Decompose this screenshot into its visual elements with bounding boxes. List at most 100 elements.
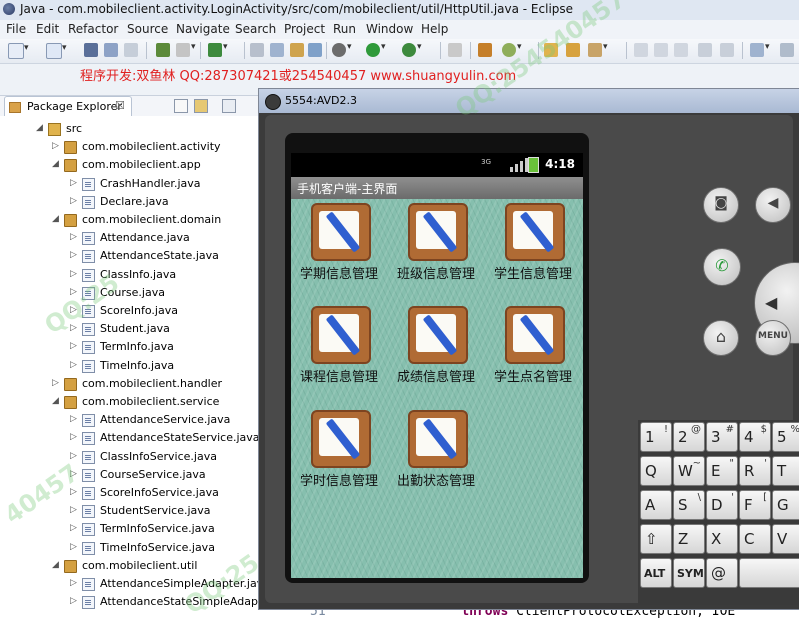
- block-select-icon[interactable]: [720, 43, 734, 57]
- device-screen[interactable]: 3G 4:18 手机客户端-主界面 学期信息管理 班级信息管理 学生信息管理 课…: [291, 153, 583, 578]
- grid-item-class-management[interactable]: 班级信息管理: [388, 199, 484, 299]
- menu-button[interactable]: MENU: [755, 320, 791, 356]
- collapsed-arrow-icon[interactable]: ▷: [70, 323, 80, 333]
- open-folder-icon[interactable]: [566, 43, 580, 57]
- menu-help[interactable]: Help: [421, 22, 448, 36]
- console-icon[interactable]: [176, 42, 196, 57]
- key-sym[interactable]: SYM: [673, 558, 705, 588]
- collapsed-arrow-icon[interactable]: ▷: [70, 469, 80, 479]
- camera-button[interactable]: ◙: [703, 187, 739, 223]
- key-e[interactable]: E ": [706, 456, 738, 486]
- toggle-icon[interactable]: [674, 43, 688, 57]
- new-class-icon[interactable]: [502, 42, 522, 57]
- menu-navigate[interactable]: Navigate: [176, 22, 230, 36]
- collapsed-arrow-icon[interactable]: ▷: [70, 305, 80, 315]
- grid-item-score-management[interactable]: 成绩信息管理: [388, 302, 484, 402]
- grid-item-attendance-state-management[interactable]: 出勤状态管理: [388, 406, 484, 506]
- volume-button[interactable]: ◀: [755, 187, 791, 223]
- key-alt[interactable]: ALT: [640, 558, 672, 588]
- key-5[interactable]: 5%: [772, 422, 799, 452]
- expanded-arrow-icon[interactable]: ◢: [52, 560, 62, 570]
- key-a[interactable]: A: [640, 490, 672, 520]
- collapsed-arrow-icon[interactable]: ▷: [70, 451, 80, 461]
- collapsed-arrow-icon[interactable]: ▷: [70, 487, 80, 497]
- run-icon[interactable]: [366, 42, 386, 57]
- save-all-icon[interactable]: [104, 43, 118, 57]
- collapsed-arrow-icon[interactable]: ▷: [70, 232, 80, 242]
- back-icon[interactable]: [780, 43, 794, 57]
- menu-project[interactable]: Project: [284, 22, 325, 36]
- menu-search[interactable]: Search: [235, 22, 276, 36]
- collapsed-arrow-icon[interactable]: ▷: [52, 141, 62, 151]
- next-annotation-icon[interactable]: [750, 42, 770, 57]
- collapsed-arrow-icon[interactable]: ▷: [70, 196, 80, 206]
- save-icon[interactable]: [84, 43, 98, 57]
- tab-package-explorer[interactable]: Package Explorer ☒: [4, 96, 132, 117]
- key-w[interactable]: W ~: [673, 456, 705, 486]
- grid-item-course-management[interactable]: 课程信息管理: [291, 302, 387, 402]
- sdk-icon[interactable]: [270, 43, 284, 57]
- call-button[interactable]: ✆: [703, 248, 741, 286]
- key-c[interactable]: C: [739, 524, 771, 554]
- key-at[interactable]: @: [706, 558, 738, 588]
- key-4[interactable]: 4 $: [739, 422, 771, 452]
- pin-icon[interactable]: [634, 43, 648, 57]
- key-t[interactable]: T: [772, 456, 799, 486]
- grid-item-class-hours-management[interactable]: 学时信息管理: [291, 406, 387, 506]
- collapsed-arrow-icon[interactable]: ▷: [70, 341, 80, 351]
- collapsed-arrow-icon[interactable]: ▷: [70, 269, 80, 279]
- key-g[interactable]: G: [772, 490, 799, 520]
- key-q[interactable]: Q: [640, 456, 672, 486]
- show-whitespace-icon[interactable]: [698, 43, 712, 57]
- expanded-arrow-icon[interactable]: ◢: [52, 396, 62, 406]
- grid-item-student-management[interactable]: 学生信息管理: [485, 199, 581, 299]
- key-x[interactable]: X: [706, 524, 738, 554]
- key-s[interactable]: S \: [673, 490, 705, 520]
- collapsed-arrow-icon[interactable]: ▷: [70, 414, 80, 424]
- key-v[interactable]: V: [772, 524, 799, 554]
- emulator-window[interactable]: 5554:AVD2.3 3G 4:18 手机客户端-主界面 学期信息管理 班级信…: [258, 88, 799, 610]
- menu-run[interactable]: Run: [333, 22, 356, 36]
- avd-icon[interactable]: [308, 43, 322, 57]
- import-icon[interactable]: [156, 43, 170, 57]
- view-menu-icon[interactable]: [222, 99, 236, 113]
- collapse-all-icon[interactable]: [174, 99, 188, 113]
- expanded-arrow-icon[interactable]: ◢: [36, 123, 46, 133]
- collapsed-arrow-icon[interactable]: ▷: [70, 523, 80, 533]
- debug-icon[interactable]: [332, 42, 352, 57]
- key-z[interactable]: Z: [673, 524, 705, 554]
- key-shift[interactable]: ⇧: [640, 524, 672, 554]
- check-icon[interactable]: [208, 42, 228, 57]
- emulator-title-bar[interactable]: 5554:AVD2.3: [259, 89, 799, 113]
- home-button[interactable]: ⌂: [703, 320, 739, 356]
- print-icon[interactable]: [124, 43, 138, 57]
- collapsed-arrow-icon[interactable]: ▷: [70, 287, 80, 297]
- key-space[interactable]: [739, 558, 799, 588]
- new-icon[interactable]: [8, 43, 29, 59]
- collapsed-arrow-icon[interactable]: ▷: [70, 432, 80, 442]
- key-2[interactable]: 2 @: [673, 422, 705, 452]
- menu-edit[interactable]: Edit: [36, 22, 59, 36]
- collapsed-arrow-icon[interactable]: ▷: [70, 542, 80, 552]
- menu-file[interactable]: File: [6, 22, 26, 36]
- collapsed-arrow-icon[interactable]: ▷: [70, 360, 80, 370]
- collapsed-arrow-icon[interactable]: ▷: [52, 378, 62, 388]
- menu-source[interactable]: Source: [127, 22, 168, 36]
- phone-icon[interactable]: [250, 43, 264, 57]
- collapsed-arrow-icon[interactable]: ▷: [70, 596, 80, 606]
- annotation-icon[interactable]: [654, 43, 668, 57]
- menu-refactor[interactable]: Refactor: [68, 22, 118, 36]
- key-r[interactable]: R ': [739, 456, 771, 486]
- collapsed-arrow-icon[interactable]: ▷: [70, 178, 80, 188]
- collapsed-arrow-icon[interactable]: ▷: [70, 250, 80, 260]
- link-with-editor-icon[interactable]: [194, 99, 208, 113]
- collapsed-arrow-icon[interactable]: ▷: [70, 578, 80, 588]
- grid-item-roll-call-management[interactable]: 学生点名管理: [485, 302, 581, 402]
- grid-item-term-management[interactable]: 学期信息管理: [291, 199, 387, 299]
- new-package-icon[interactable]: [46, 43, 67, 59]
- key-d[interactable]: D ': [706, 490, 738, 520]
- android-project-icon[interactable]: [290, 43, 304, 57]
- external-tools-icon[interactable]: [402, 42, 422, 57]
- expanded-arrow-icon[interactable]: ◢: [52, 214, 62, 224]
- key-3[interactable]: 3 #: [706, 422, 738, 452]
